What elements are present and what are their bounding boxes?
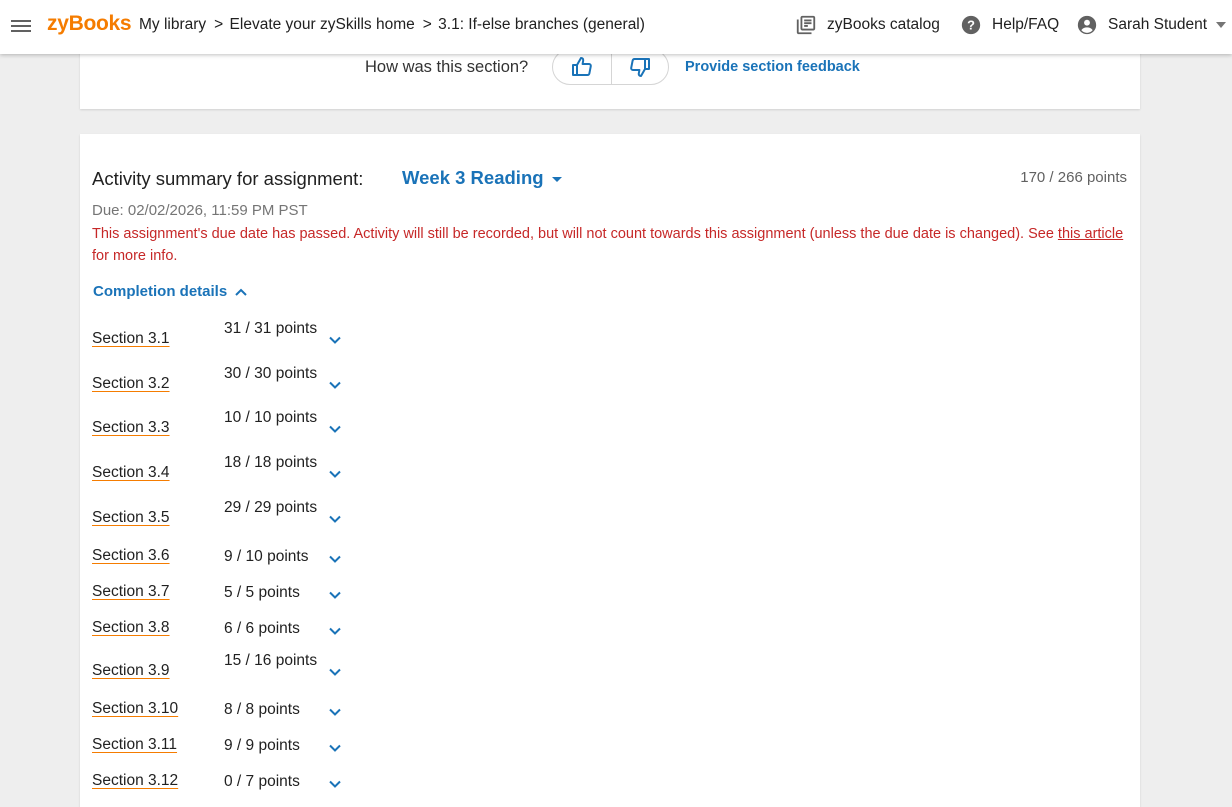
chevron-down-icon <box>329 668 341 676</box>
top-bar: zyBooks My library > Elevate your zySkill… <box>0 0 1232 54</box>
expand-section-button[interactable] <box>328 665 342 679</box>
section-link[interactable]: Section 3.1 <box>92 330 170 348</box>
account-circle-icon <box>1077 15 1097 35</box>
chevron-down-icon <box>329 336 341 344</box>
expand-section-button[interactable] <box>328 705 342 719</box>
expand-section-button[interactable] <box>328 467 342 481</box>
completion-details-label: Completion details <box>93 283 228 300</box>
expand-section-button[interactable] <box>328 333 342 347</box>
chevron-down-icon <box>329 515 341 523</box>
section-points: 0 / 7 points <box>224 773 300 790</box>
expand-section-button[interactable] <box>328 588 342 602</box>
feedback-rating-group <box>552 49 669 85</box>
section-points: 8 / 8 points <box>224 701 300 718</box>
expand-section-button[interactable] <box>328 512 342 526</box>
assignment-select-label: Week 3 Reading <box>402 167 544 188</box>
warning-article-link[interactable]: this article <box>1058 226 1123 242</box>
section-link[interactable]: Section 3.5 <box>92 509 170 527</box>
feedback-question: How was this section? <box>365 58 529 76</box>
hamburger-menu-icon[interactable] <box>11 17 31 37</box>
section-link[interactable]: Section 3.8 <box>92 619 170 637</box>
chevron-up-icon <box>235 288 247 296</box>
breadcrumb-my-library[interactable]: My library <box>139 16 206 33</box>
completion-details-toggle[interactable]: Completion details <box>93 283 247 300</box>
section-link[interactable]: Section 3.3 <box>92 419 170 437</box>
activity-summary-card: Activity summary for assignment: Week 3 … <box>80 134 1140 807</box>
chevron-down-icon <box>329 627 341 635</box>
breadcrumb-current-section[interactable]: 3.1: If-else branches (general) <box>438 16 645 33</box>
user-name: Sarah Student <box>1108 16 1208 33</box>
section-points: 9 / 10 points <box>224 548 309 565</box>
chevron-down-icon <box>329 591 341 599</box>
thumbs-down-icon <box>629 58 650 77</box>
section-link[interactable]: Section 3.4 <box>92 464 170 482</box>
catalog-link[interactable]: zyBooks catalog <box>795 14 940 36</box>
caret-down-icon <box>551 176 562 182</box>
chevron-down-icon <box>329 708 341 716</box>
caret-down-icon <box>1216 22 1227 28</box>
due-date: Due: 02/02/2026, 11:59 PM PST <box>92 202 308 219</box>
expand-section-button[interactable] <box>328 777 342 791</box>
section-points: 6 / 6 points <box>224 620 300 637</box>
section-link[interactable]: Section 3.11 <box>92 736 177 754</box>
expand-section-button[interactable] <box>328 741 342 755</box>
library-books-icon <box>796 15 816 35</box>
thumbs-down-button[interactable] <box>610 50 669 84</box>
help-link[interactable]: ? Help/FAQ <box>960 14 1059 36</box>
section-link[interactable]: Section 3.9 <box>92 662 170 680</box>
svg-text:?: ? <box>967 18 975 33</box>
breadcrumb-separator: > <box>422 16 432 33</box>
help-icon: ? <box>961 15 981 35</box>
section-link[interactable]: Section 3.10 <box>92 700 178 718</box>
chevron-down-icon <box>329 425 341 433</box>
activity-summary-title: Activity summary for assignment: <box>92 168 364 189</box>
provide-feedback-link[interactable]: Provide section feedback <box>685 59 860 75</box>
section-points: 31 / 31 points <box>224 320 318 337</box>
help-label: Help/FAQ <box>992 16 1060 33</box>
warning-tail: for more info. <box>92 248 178 264</box>
assignment-select[interactable]: Week 3 Reading <box>402 167 562 189</box>
section-link[interactable]: Section 3.2 <box>92 375 170 393</box>
catalog-label: zyBooks catalog <box>827 16 940 33</box>
assignment-points-total: 170 / 266 points <box>1020 169 1127 186</box>
breadcrumb-zyskills-home[interactable]: Elevate your zySkills home <box>230 16 415 33</box>
section-link[interactable]: Section 3.6 <box>92 547 170 565</box>
due-date-passed-warning: This assignment's due date has passed. A… <box>92 223 1128 267</box>
user-menu[interactable]: Sarah Student <box>1076 14 1227 36</box>
section-points: 18 / 18 points <box>224 454 318 471</box>
expand-section-button[interactable] <box>328 552 342 566</box>
section-points: 5 / 5 points <box>224 584 300 601</box>
section-points: 9 / 9 points <box>224 737 300 754</box>
section-points: 10 / 10 points <box>224 409 318 426</box>
expand-section-button[interactable] <box>328 378 342 392</box>
chevron-down-icon <box>329 470 341 478</box>
thumbs-up-button[interactable] <box>553 50 611 84</box>
section-link[interactable]: Section 3.7 <box>92 583 170 601</box>
breadcrumb: My library > Elevate your zySkills home > … <box>139 16 645 34</box>
chevron-down-icon <box>329 381 341 389</box>
section-link[interactable]: Section 3.12 <box>92 772 178 790</box>
section-points: 29 / 29 points <box>224 499 318 516</box>
thumbs-up-icon <box>571 57 592 76</box>
expand-section-button[interactable] <box>328 624 342 638</box>
expand-section-button[interactable] <box>328 422 342 436</box>
section-points: 15 / 16 points <box>224 652 318 669</box>
chevron-down-icon <box>329 555 341 563</box>
chevron-down-icon <box>329 744 341 752</box>
section-points: 30 / 30 points <box>224 365 318 382</box>
chevron-down-icon <box>329 780 341 788</box>
zybooks-logo[interactable]: zyBooks <box>47 12 132 36</box>
warning-text: This assignment's due date has passed. A… <box>92 226 1058 242</box>
breadcrumb-separator: > <box>214 16 224 33</box>
